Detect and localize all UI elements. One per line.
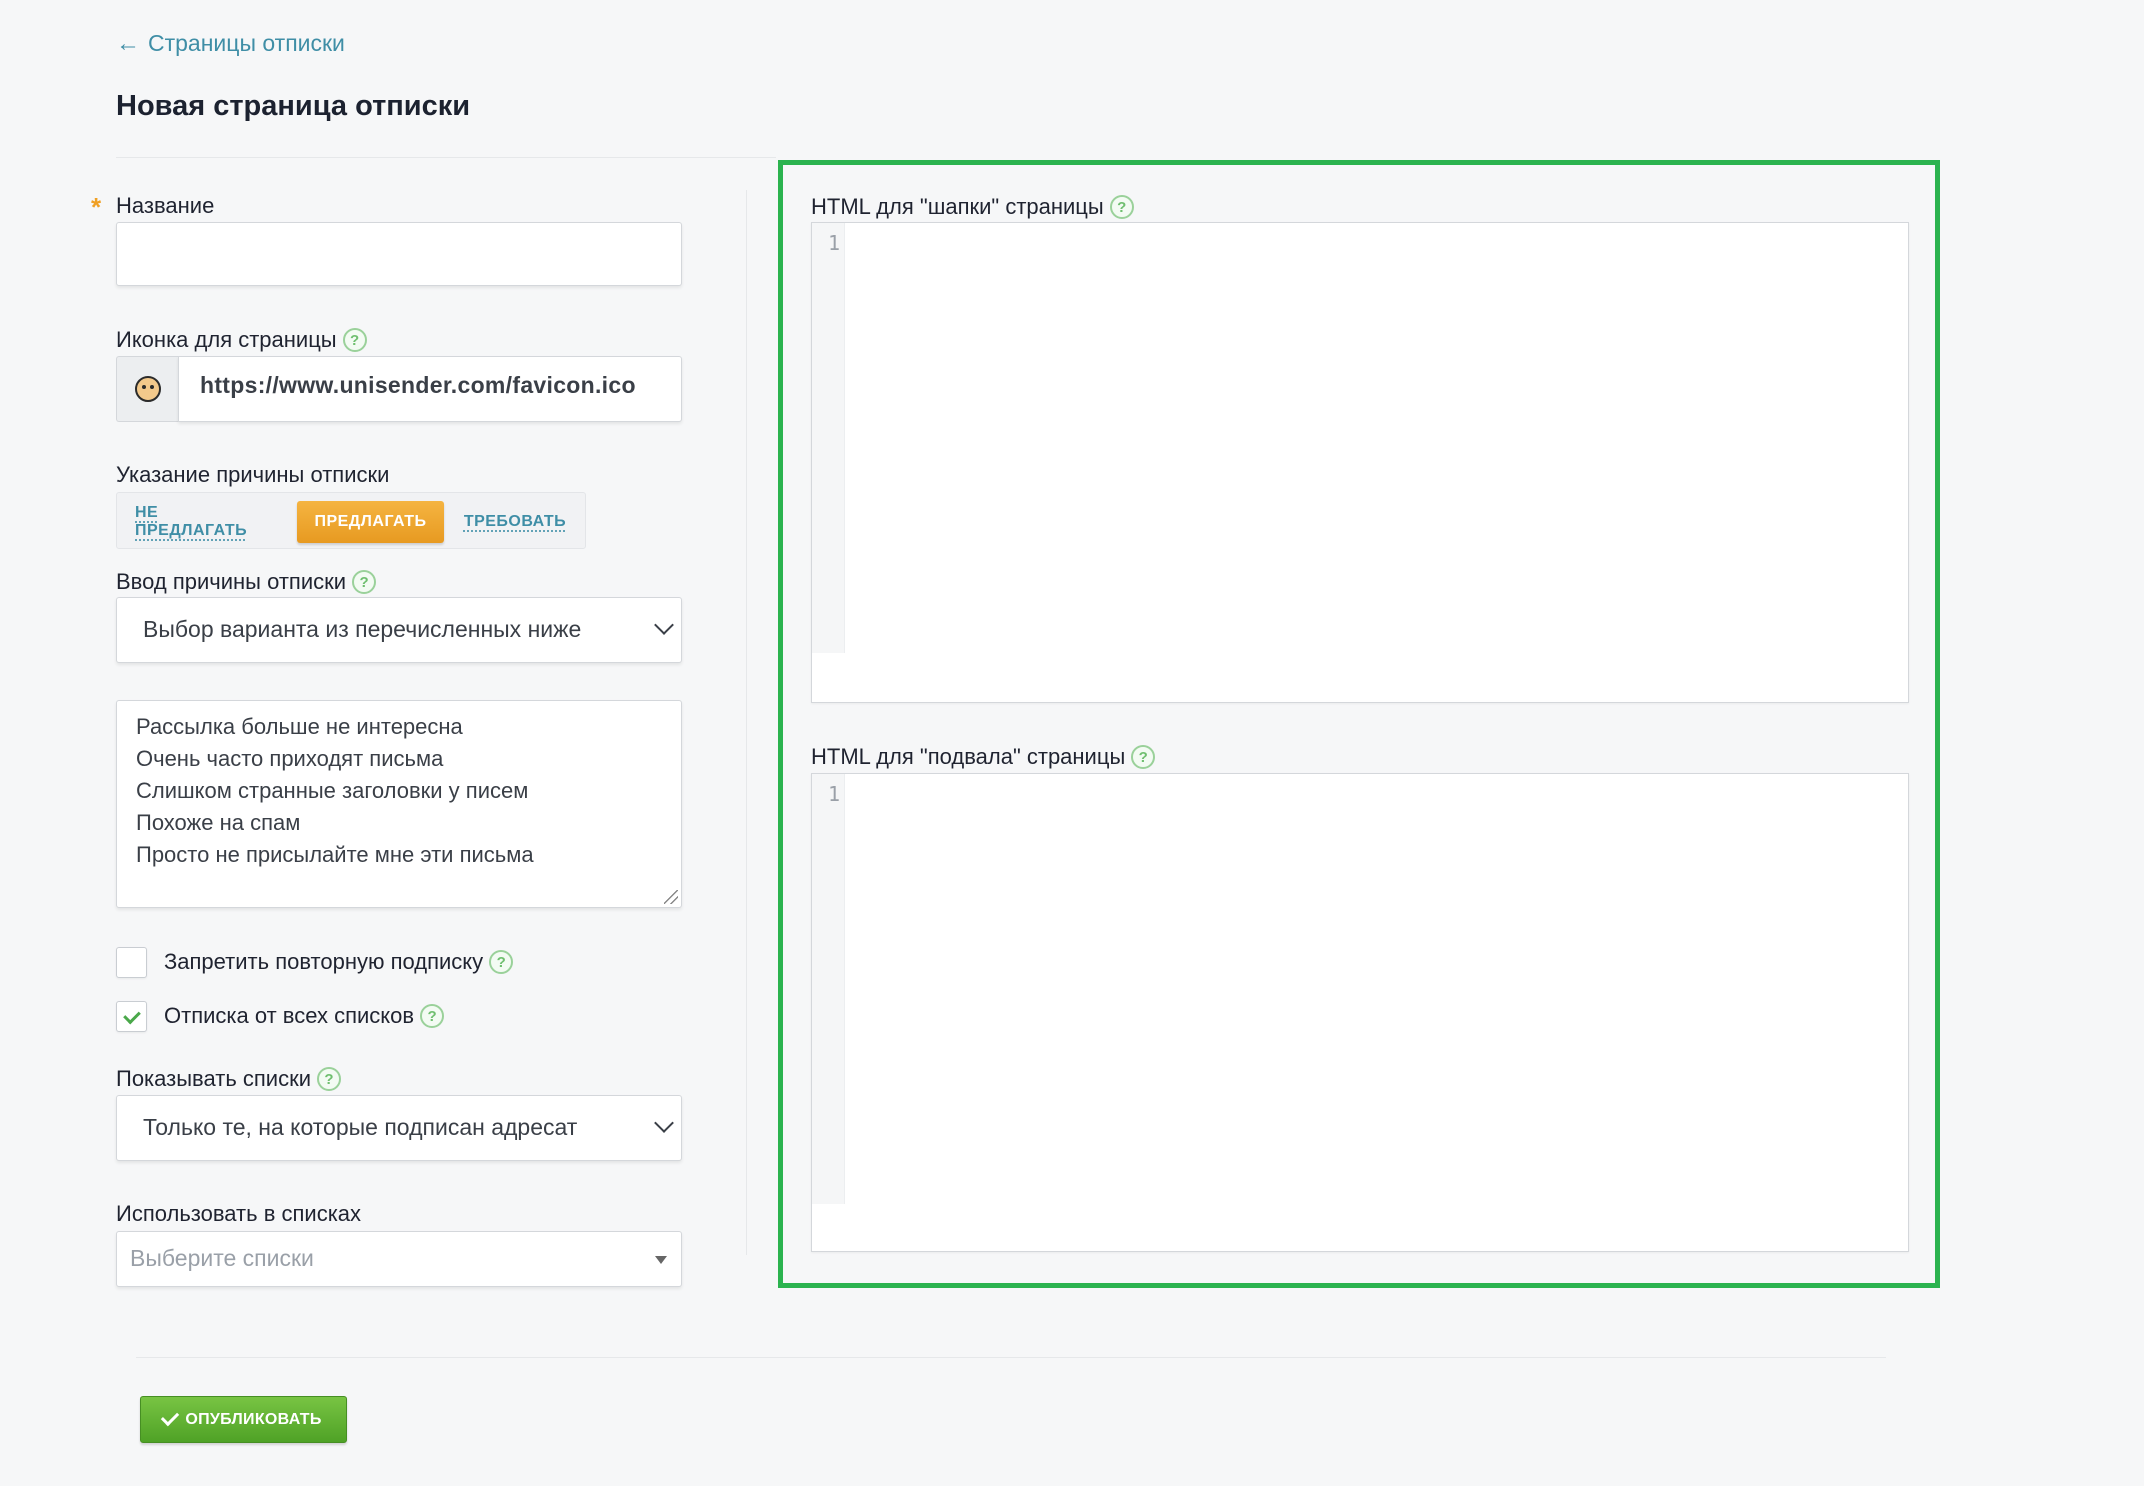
reason-line: Слишком странные заголовки у писем	[136, 778, 529, 803]
chevron-down-icon	[654, 1113, 674, 1133]
reason-option-offer[interactable]: ПРЕДЛАГАТЬ	[297, 501, 444, 543]
help-icon[interactable]: ?	[317, 1067, 342, 1091]
use-in-lists-placeholder: Выберите списки	[130, 1245, 314, 1271]
reason-input-label: Ввод причины отписки ?	[116, 569, 377, 595]
reason-input-select[interactable]: Выбор варианта из перечисленных ниже	[116, 597, 682, 663]
use-in-lists-label-text: Использовать в списках	[116, 1201, 362, 1226]
column-divider	[746, 190, 747, 1255]
publish-button-label: ОПУБЛИКОВАТЬ	[185, 1410, 322, 1428]
footer-html-editor[interactable]: 1	[811, 773, 1909, 1252]
page-title: Новая страница отписки	[116, 90, 471, 122]
line-gutter: 1	[812, 774, 845, 1204]
icon-label-text: Иконка для страницы	[116, 327, 337, 352]
reason-input-value: Выбор варианта из перечисленных ниже	[143, 616, 582, 642]
reason-line: Очень часто приходят письма	[136, 746, 444, 771]
reason-line: Рассылка больше не интересна	[136, 714, 463, 739]
caret-down-icon	[655, 1256, 667, 1264]
checkmark-icon	[161, 1407, 180, 1427]
line-number: 1	[827, 782, 840, 806]
unsubscribe-all-checkbox[interactable]	[116, 1001, 147, 1032]
divider	[136, 1357, 1886, 1358]
use-in-lists-select[interactable]: Выберите списки	[116, 1231, 682, 1287]
help-icon[interactable]: ?	[420, 1004, 445, 1028]
back-link[interactable]: ← Страницы отписки	[116, 30, 345, 57]
show-lists-value: Только те, на которые подписан адресат	[143, 1114, 578, 1140]
header-html-label-text: HTML для "шапки" страницы	[811, 194, 1104, 219]
reason-line: Похоже на спам	[136, 810, 301, 835]
icon-url-value: https://www.unisender.com/favicon.ico	[200, 372, 636, 398]
favicon-icon	[134, 376, 161, 402]
header-html-editor[interactable]: 1	[811, 222, 1909, 703]
required-mark: *	[91, 192, 102, 222]
forbid-resubscribe-label-text: Запретить повторную подписку	[164, 949, 484, 974]
header-html-label: HTML для "шапки" страницы ?	[811, 194, 1134, 220]
reason-option-none[interactable]: НЕ ПРЕДЛАГАТЬ	[135, 501, 275, 543]
arrow-left-icon: ←	[116, 29, 140, 57]
reason-input-label-text: Ввод причины отписки	[116, 569, 347, 594]
line-number: 1	[827, 231, 840, 255]
unsubscribe-all-label: Отписка от всех списков ?	[164, 1003, 445, 1029]
name-label: Название	[116, 193, 214, 219]
show-lists-label-text: Показывать списки	[116, 1066, 312, 1091]
help-icon[interactable]: ?	[1131, 745, 1156, 769]
help-icon[interactable]: ?	[352, 570, 377, 594]
footer-html-label: HTML для "подвала" страницы ?	[811, 744, 1156, 770]
publish-button[interactable]: ОПУБЛИКОВАТЬ	[140, 1396, 347, 1443]
back-link-label: Страницы отписки	[148, 30, 345, 56]
divider	[116, 157, 776, 158]
reason-option-require[interactable]: ТРЕБОВАТЬ	[459, 501, 571, 543]
help-icon[interactable]: ?	[342, 328, 367, 352]
reason-label-text: Указание причины отписки	[116, 462, 390, 487]
reason-label: Указание причины отписки	[116, 462, 389, 488]
show-lists-label: Показывать списки ?	[116, 1066, 342, 1092]
show-lists-select[interactable]: Только те, на которые подписан адресат	[116, 1095, 682, 1161]
unsubscribe-page-editor: ← Страницы отписки Новая страница отписк…	[0, 0, 2144, 1486]
icon-preview	[116, 356, 178, 422]
footer-html-label-text: HTML для "подвала" страницы	[811, 744, 1126, 769]
help-icon[interactable]: ?	[489, 950, 514, 974]
checkmark-icon	[123, 1006, 141, 1025]
forbid-resubscribe-checkbox[interactable]	[116, 947, 147, 978]
line-gutter: 1	[812, 223, 845, 653]
forbid-resubscribe-label: Запретить повторную подписку ?	[164, 949, 514, 975]
name-input[interactable]	[116, 222, 682, 286]
reason-line: Просто не присылайте мне эти письма	[136, 842, 534, 867]
unsubscribe-all-label-text: Отписка от всех списков	[164, 1003, 415, 1028]
chevron-down-icon	[654, 615, 674, 635]
icon-label: Иконка для страницы ?	[116, 327, 367, 353]
resize-handle[interactable]	[664, 890, 678, 904]
help-icon[interactable]: ?	[1109, 195, 1134, 219]
reason-segmented-control: НЕ ПРЕДЛАГАТЬ ПРЕДЛАГАТЬ ТРЕБОВАТЬ	[116, 492, 586, 549]
name-label-text: Название	[116, 193, 215, 218]
use-in-lists-label: Использовать в списках	[116, 1201, 361, 1227]
